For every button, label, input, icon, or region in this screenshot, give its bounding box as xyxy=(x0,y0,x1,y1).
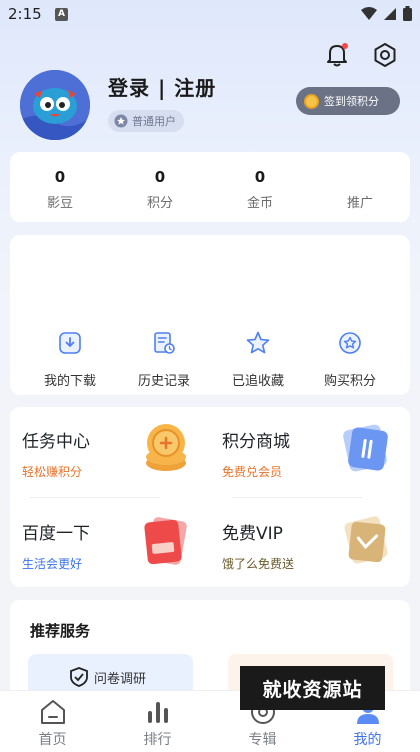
recommend-survey-label: 问卷调研 xyxy=(94,672,147,687)
tab-label: 排行 xyxy=(143,732,172,748)
tool-label: 历史记录 xyxy=(137,374,190,389)
feature-subtitle: 生活会更好 xyxy=(22,557,83,571)
settings-button[interactable] xyxy=(370,40,400,70)
red-packet-icon xyxy=(144,517,187,565)
feature-baidu[interactable]: 百度一下 生活会更好 xyxy=(10,499,200,579)
tab-label: 我的 xyxy=(353,732,382,748)
feature-points-mall[interactable]: 积分商城 免费兑会员 xyxy=(210,407,400,487)
user-level-label: 普通用户 xyxy=(132,115,176,128)
stat-label: 推广 xyxy=(346,196,373,211)
signal-icon xyxy=(384,7,396,20)
wifi-icon xyxy=(361,6,377,20)
stat-promote[interactable]: 推广 xyxy=(310,152,410,222)
tool-history[interactable]: 历史记录 xyxy=(124,330,204,389)
stats-card: 0 影豆 0 积分 0 金币 推广 xyxy=(10,152,410,222)
shield-icon xyxy=(114,114,128,128)
download-icon xyxy=(59,332,81,354)
feature-subtitle: 免费兑会员 xyxy=(222,465,283,479)
watermark-label: 就收资源站 xyxy=(240,666,385,710)
stat-value: 0 xyxy=(254,168,266,186)
feature-task-center[interactable]: 任务中心 轻松赚积分 xyxy=(10,407,200,487)
feature-title: 任务中心 xyxy=(22,432,90,452)
tool-favorites[interactable]: 已追收藏 xyxy=(218,330,298,389)
tab-label: 专辑 xyxy=(248,732,277,748)
stat-label: 金币 xyxy=(246,196,273,211)
tool-label: 已追收藏 xyxy=(231,374,284,389)
divider xyxy=(232,497,362,498)
tab-label: 首页 xyxy=(38,732,67,748)
status-indicators xyxy=(361,6,412,21)
status-time: 2:15 xyxy=(8,5,42,23)
tab-home[interactable]: 首页 xyxy=(0,691,105,752)
ranking-icon xyxy=(147,702,168,723)
card-icon xyxy=(343,424,388,472)
star-icon xyxy=(246,331,270,354)
recommend-title: 推荐服务 xyxy=(30,622,91,640)
stat-value: 0 xyxy=(154,168,166,186)
feature-title: 免费VIP xyxy=(222,524,283,544)
stat-label: 积分 xyxy=(146,196,173,211)
home-icon xyxy=(40,700,65,724)
stat-coins[interactable]: 0 金币 xyxy=(210,152,310,222)
tool-label: 我的下载 xyxy=(43,374,96,389)
bell-icon xyxy=(327,43,348,67)
vip-coupon-icon xyxy=(344,516,388,564)
feature-subtitle: 轻松赚积分 xyxy=(22,465,83,479)
feature-subtitle: 饿了么免费送 xyxy=(222,557,295,571)
stat-label: 影豆 xyxy=(46,196,73,211)
stat-yingdou[interactable]: 0 影豆 xyxy=(10,152,110,222)
stat-value: 0 xyxy=(54,168,66,186)
buy-points-icon xyxy=(339,332,361,354)
feature-title: 积分商城 xyxy=(222,432,290,452)
divider xyxy=(30,497,160,498)
status-bar: 2:15 A xyxy=(0,0,420,30)
history-icon xyxy=(154,332,175,354)
stat-value xyxy=(310,168,410,186)
tools-card: 我的下载 历史记录 已追收藏 购买积分 xyxy=(10,235,410,395)
notification-icon: A xyxy=(55,8,68,21)
signin-points-button[interactable]: 签到领积分 xyxy=(296,87,400,115)
feature-title: 百度一下 xyxy=(22,524,90,544)
user-level-badge: 普通用户 xyxy=(108,110,184,132)
avatar-mascot-icon xyxy=(20,70,90,140)
tool-label: 购买积分 xyxy=(323,374,376,389)
notification-bell-button[interactable] xyxy=(322,40,352,70)
tool-downloads[interactable]: 我的下载 xyxy=(30,330,110,389)
feature-free-vip[interactable]: 免费VIP 饿了么免费送 xyxy=(210,499,400,579)
tab-ranking[interactable]: 排行 xyxy=(105,691,210,752)
shield-check-icon xyxy=(70,667,88,687)
gear-icon xyxy=(374,43,396,67)
battery-icon xyxy=(403,6,412,21)
avatar[interactable] xyxy=(20,70,90,140)
coin-stack-icon xyxy=(146,424,186,471)
features-card: 任务中心 轻松赚积分 积分商城 免费兑会员 百度一下 生活会更好 免费VIP 饿… xyxy=(10,407,410,587)
stat-points[interactable]: 0 积分 xyxy=(110,152,210,222)
tool-buy-points[interactable]: 购买积分 xyxy=(310,330,390,389)
signin-button-label: 签到领积分 xyxy=(324,95,379,108)
coin-icon xyxy=(304,93,319,109)
login-register-link[interactable]: 登录 | 注册 xyxy=(108,72,216,101)
